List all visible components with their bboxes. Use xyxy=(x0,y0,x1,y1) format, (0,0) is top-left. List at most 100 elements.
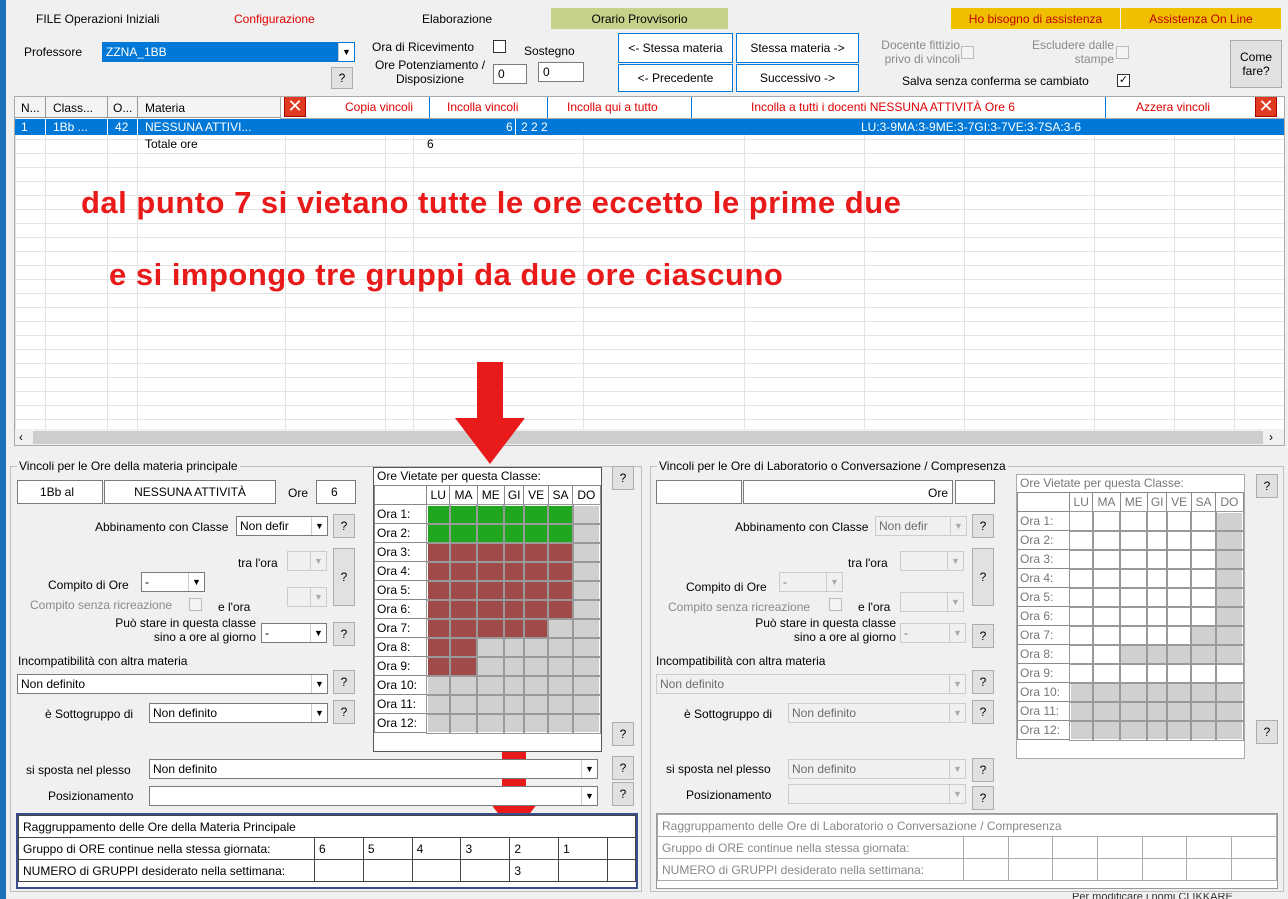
ora-ricevimento-checkbox[interactable] xyxy=(493,40,506,53)
ov-cell[interactable] xyxy=(1190,567,1217,589)
incolla-a-tutti-button[interactable]: Incolla a tutti i docenti NESSUNA ATTIVI… xyxy=(751,100,1015,114)
ov-cell[interactable] xyxy=(1091,700,1122,722)
ov-cell[interactable] xyxy=(1165,548,1193,570)
ov-cell[interactable] xyxy=(476,579,506,601)
ov-cell[interactable] xyxy=(425,541,451,563)
ov-cell[interactable] xyxy=(1119,586,1149,608)
ov-cell[interactable] xyxy=(1146,719,1168,741)
ov-cell[interactable] xyxy=(1190,586,1217,608)
col-n-header[interactable]: N... xyxy=(21,101,40,115)
group-cell[interactable] xyxy=(1186,858,1233,881)
plesso-select[interactable]: Non definito ▼ xyxy=(149,759,598,779)
successivo-button[interactable]: Successivo -> xyxy=(736,64,859,92)
ov-cell[interactable] xyxy=(1068,529,1094,551)
ov-cell[interactable] xyxy=(503,541,525,563)
ov-cell[interactable] xyxy=(448,655,479,677)
ov-cell[interactable] xyxy=(1190,643,1217,665)
ov-cell[interactable] xyxy=(503,636,525,658)
ov-cell[interactable] xyxy=(522,712,550,734)
lab-e-ora-select[interactable]: ▼ xyxy=(900,592,964,612)
ov-cell[interactable] xyxy=(1165,681,1193,703)
ov-cell[interactable] xyxy=(1165,700,1193,722)
ov-cell[interactable] xyxy=(1146,700,1168,722)
ov-cell[interactable] xyxy=(1165,624,1193,646)
group-cell[interactable]: 5 xyxy=(362,837,413,860)
ov-cell[interactable] xyxy=(1146,624,1168,646)
posizionamento-help-button[interactable]: ? xyxy=(612,782,634,806)
ov-cell[interactable] xyxy=(503,522,525,544)
tra-ora-select[interactable]: ▼ xyxy=(287,551,327,571)
close-icon[interactable]: ✕ xyxy=(284,97,306,117)
ov-cell[interactable] xyxy=(522,522,550,544)
ov-cell[interactable] xyxy=(503,674,525,696)
sostegno-input[interactable]: 0 xyxy=(538,62,584,82)
ov-cell[interactable] xyxy=(448,522,479,544)
ov-cell[interactable] xyxy=(1119,719,1149,741)
lab-ore-vietate-help-button[interactable]: ? xyxy=(1256,474,1278,498)
ov-cell[interactable] xyxy=(1146,662,1168,684)
ov-cell[interactable] xyxy=(1146,643,1168,665)
ov-cell[interactable] xyxy=(476,712,506,734)
ov-cell[interactable] xyxy=(571,579,602,601)
professor-select[interactable]: ZZNA_1BB ▼ xyxy=(102,42,355,62)
senza-ricreazione-checkbox[interactable] xyxy=(189,598,202,611)
ov-cell[interactable] xyxy=(571,655,602,677)
close-icon[interactable]: ✕ xyxy=(1255,97,1277,117)
ov-cell[interactable] xyxy=(425,598,451,620)
ov-cell[interactable] xyxy=(1165,605,1193,627)
ov-cell[interactable] xyxy=(1214,662,1245,684)
escludere-stampe-checkbox[interactable] xyxy=(1116,46,1129,59)
ov-cell[interactable] xyxy=(1068,624,1094,646)
ov-cell[interactable] xyxy=(1119,548,1149,570)
ov-cell[interactable] xyxy=(425,617,451,639)
azzera-vincoli-button[interactable]: Azzera vincoli xyxy=(1136,100,1210,114)
ov-cell[interactable] xyxy=(547,541,574,563)
ov-cell[interactable] xyxy=(1190,681,1217,703)
group-cell[interactable] xyxy=(1141,836,1188,859)
ov-cell[interactable] xyxy=(1068,586,1094,608)
ov-cell[interactable] xyxy=(571,541,602,563)
ov-cell[interactable] xyxy=(1068,719,1094,741)
col-materia-header[interactable]: Materia xyxy=(145,101,185,115)
ov-cell[interactable] xyxy=(571,503,602,525)
lab-puo-stare-select[interactable]: - ▼ xyxy=(900,623,966,643)
ov-cell[interactable] xyxy=(1068,567,1094,589)
ov-cell[interactable] xyxy=(1146,567,1168,589)
ov-cell[interactable] xyxy=(1091,719,1122,741)
ov-cell[interactable] xyxy=(1068,681,1094,703)
ov-cell[interactable] xyxy=(1214,510,1245,532)
ov-cell[interactable] xyxy=(522,503,550,525)
group-cell[interactable] xyxy=(314,859,364,882)
incompatibilita-select[interactable]: Non definito ▼ xyxy=(17,674,328,694)
incompatibilita-help-button[interactable]: ? xyxy=(333,670,355,694)
precedente-button[interactable]: <- Precedente xyxy=(618,64,733,92)
stessa-materia-prev-button[interactable]: <- Stessa materia xyxy=(618,33,733,63)
horizontal-scrollbar[interactable]: ‹ › xyxy=(15,429,1284,445)
ov-cell[interactable] xyxy=(476,636,506,658)
ov-cell[interactable] xyxy=(1091,529,1122,551)
ov-cell[interactable] xyxy=(547,522,574,544)
ov-cell[interactable] xyxy=(1214,681,1245,703)
group-cell[interactable] xyxy=(362,859,413,882)
sottogruppo-select[interactable]: Non definito ▼ xyxy=(149,703,328,723)
ov-cell[interactable] xyxy=(1165,586,1193,608)
ov-cell[interactable] xyxy=(1165,719,1193,741)
incolla-qui-tutto-button[interactable]: Incolla qui a tutto xyxy=(567,100,658,114)
group-cell[interactable]: 3 xyxy=(460,837,511,860)
ov-cell[interactable] xyxy=(476,560,506,582)
ov-cell[interactable] xyxy=(1190,510,1217,532)
group-cell[interactable]: 1 xyxy=(558,837,608,860)
ov-cell[interactable] xyxy=(448,598,479,620)
stessa-materia-next-button[interactable]: Stessa materia -> xyxy=(736,33,859,63)
ov-cell[interactable] xyxy=(425,560,451,582)
ov-cell[interactable] xyxy=(547,560,574,582)
puo-stare-select[interactable]: - ▼ xyxy=(261,623,327,643)
ov-cell[interactable] xyxy=(1091,605,1122,627)
ov-cell[interactable] xyxy=(1068,643,1094,665)
e-ora-select[interactable]: ▼ xyxy=(287,587,327,607)
group-cell[interactable] xyxy=(606,859,637,882)
lab-tra-ora-help-button[interactable]: ? xyxy=(972,548,994,606)
ov-cell[interactable] xyxy=(1214,567,1245,589)
group-cell[interactable] xyxy=(1231,858,1277,881)
ov-cell[interactable] xyxy=(476,617,506,639)
